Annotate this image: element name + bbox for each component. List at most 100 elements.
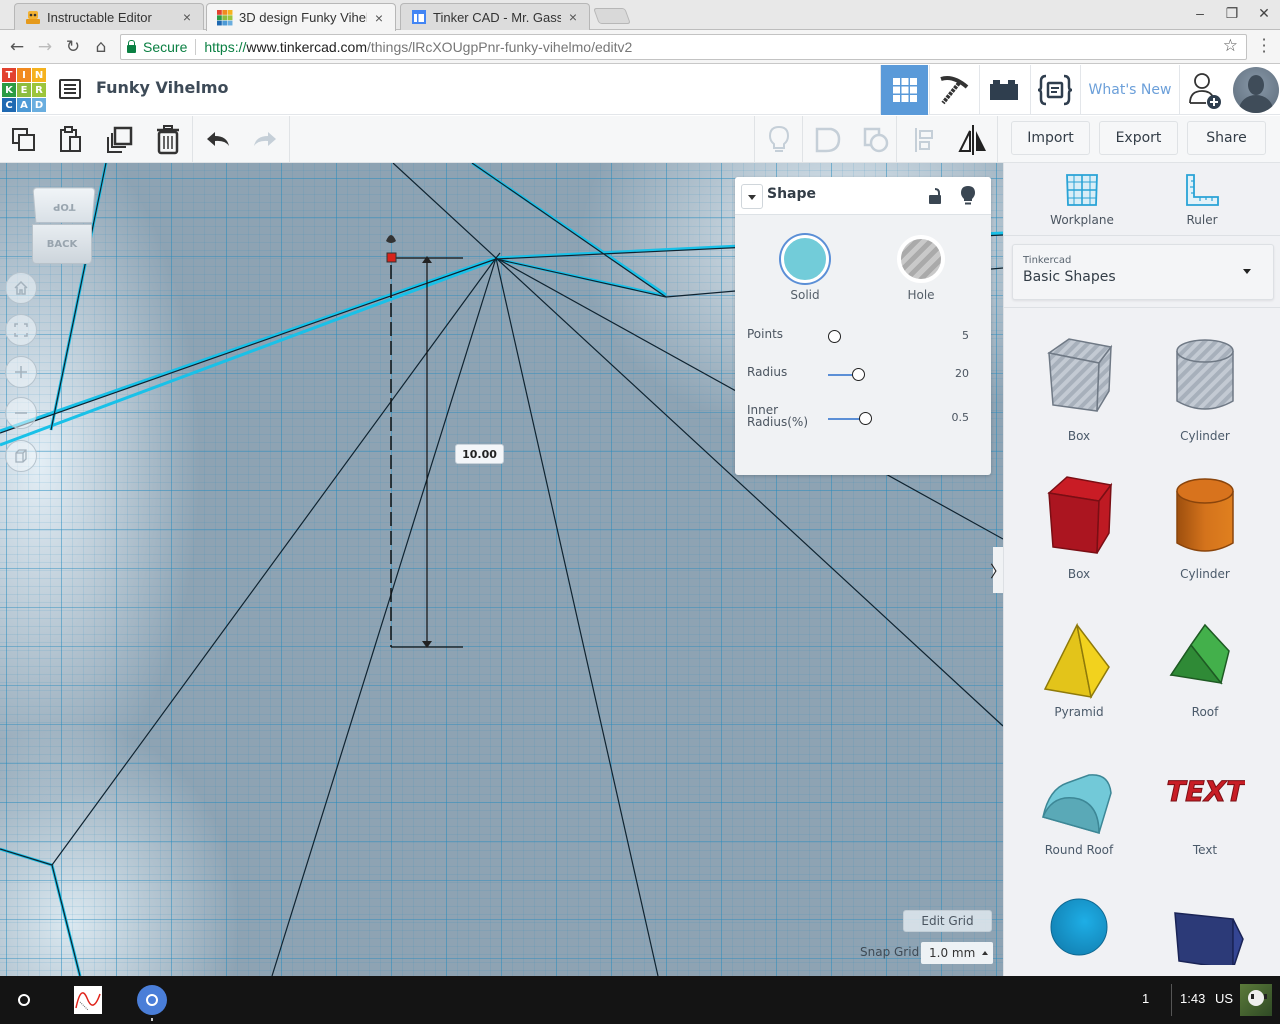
tab-3d-design[interactable]: 3D design Funky Vihelmo × [206,3,396,31]
design-title[interactable]: Funky Vihelmo [96,78,229,97]
undo-button[interactable] [200,122,236,158]
url-scheme: https:// [204,39,247,55]
slider-knob[interactable] [852,368,865,381]
align-icon [915,128,933,152]
points-slider[interactable] [828,330,888,344]
points-label: Points [747,327,784,341]
view-cube[interactable]: TOP BACK [30,187,96,266]
snap-grid-select[interactable]: 1.0 mm [921,942,993,964]
logo-letter: R [32,83,46,97]
export-button[interactable]: Export [1099,121,1178,155]
zoom-in-button[interactable] [5,356,37,388]
new-tab-button[interactable] [593,8,631,24]
address-bar[interactable]: Secure https://www.tinkercad.com/things/… [120,34,1247,60]
codeblocks-view-button[interactable] [1030,65,1078,115]
shape-text[interactable]: TEXT Text [1150,747,1260,857]
3d-design-view-button[interactable] [880,65,928,115]
minimize-icon[interactable]: – [1190,5,1210,21]
share-button[interactable]: Share [1187,121,1266,155]
graphing-app-icon[interactable] [74,986,102,1014]
forward-icon[interactable]: → [34,36,56,58]
shape-box[interactable]: Box [1024,471,1134,581]
home-view-button[interactable] [5,272,37,304]
tab-tinker-cad-mr-gasser[interactable]: Tinker CAD - Mr. Gasser × [400,3,590,30]
user-avatar[interactable] [1233,67,1279,113]
shape-cylinder[interactable]: Cylinder [1150,471,1260,581]
radius-slider[interactable] [828,368,888,382]
perspective-toggle-button[interactable] [5,440,37,472]
zoom-out-button[interactable] [5,397,37,429]
tab-close-icon[interactable]: × [179,9,195,25]
whats-new-link[interactable]: What's New [1080,65,1180,115]
notes-button[interactable] [761,122,797,158]
edit-grid-button[interactable]: Edit Grid [903,910,992,932]
back-icon[interactable]: ← [6,36,28,58]
close-window-icon[interactable]: ✕ [1254,5,1274,22]
duplicate-button[interactable] [102,122,138,158]
ruler-tool[interactable]: Ruler [1152,173,1252,227]
reload-icon[interactable]: ↻ [62,36,84,58]
logo-letter: A [17,98,31,112]
minecraft-view-button[interactable] [929,65,977,115]
shape-library-select[interactable]: Tinkercad Basic Shapes [1012,244,1274,300]
ungroup-button[interactable] [858,122,894,158]
mirror-button[interactable] [955,122,991,158]
slider-knob[interactable] [828,330,841,343]
resize-handle [386,252,397,263]
height-dimension-input[interactable]: 10.00 [455,444,504,464]
shape-cylinder-hole[interactable]: Cylinder [1150,333,1260,443]
fit-view-button[interactable] [5,314,37,346]
points-value[interactable]: 5 [962,329,969,342]
bricks-view-button[interactable] [979,65,1027,115]
visibility-bulb-icon[interactable] [960,185,976,207]
home-icon[interactable]: ⌂ [90,36,112,58]
shape-box-hole[interactable]: Box [1024,333,1134,443]
library-name: Basic Shapes [1023,269,1116,285]
tab-instructable-editor[interactable]: Instructable Editor × [14,3,204,30]
user-account-avatar[interactable] [1240,984,1272,1016]
collapse-sidebar-button[interactable]: 〉 [990,547,1003,593]
unlock-icon[interactable] [928,187,942,205]
copy-button[interactable] [6,122,42,158]
solid-mode-button[interactable]: Solid [770,235,840,302]
clock[interactable]: 1:43 [1180,991,1205,1006]
inner-radius-slider[interactable] [828,412,888,426]
shape-pyramid[interactable]: Pyramid [1024,609,1134,719]
shape-round-roof[interactable]: Round Roof [1024,747,1134,857]
radius-value[interactable]: 20 [955,367,969,380]
inspector-collapse-toggle[interactable] [741,184,763,209]
undo-icon [207,132,229,146]
slider-knob[interactable] [859,412,872,425]
3d-workplane-viewport[interactable]: TOP BACK 10.00 Shape Solid Hole Points 5… [0,163,1003,976]
shape-polygon[interactable] [1150,885,1260,965]
group-button[interactable] [810,122,846,158]
lift-handle-icon [386,235,396,243]
inner-radius-value[interactable]: 0.5 [952,411,970,424]
align-button[interactable] [907,122,943,158]
bookmark-star-icon[interactable]: ☆ [1223,36,1238,56]
hole-mode-button[interactable]: Hole [886,235,956,302]
shape-roof[interactable]: Roof [1150,609,1260,719]
grid-icon [892,78,917,102]
paste-button[interactable] [53,122,89,158]
view-cube-top[interactable]: TOP [32,187,96,223]
shape-sphere[interactable] [1024,885,1134,965]
notification-count[interactable]: 1 [1142,991,1149,1006]
workplane-tool[interactable]: Workplane [1032,173,1132,227]
tab-close-icon[interactable]: × [565,9,581,25]
restore-icon[interactable]: ❐ [1222,5,1242,22]
tinkercad-logo[interactable]: TIN KER CAD [2,68,46,112]
launcher-icon[interactable] [18,994,30,1006]
tab-close-icon[interactable]: × [371,10,387,26]
delete-button[interactable] [150,122,186,158]
chrome-app-icon[interactable] [137,985,167,1015]
design-list-icon[interactable] [59,79,81,99]
view-cube-back[interactable]: BACK [32,224,92,264]
redo-button[interactable] [247,122,283,158]
add-user-button[interactable] [1181,65,1229,115]
browser-menu-icon[interactable]: · · · [1256,32,1272,60]
solid-color-swatch[interactable] [781,235,829,283]
input-method[interactable]: US [1215,991,1233,1006]
import-button[interactable]: Import [1011,121,1090,155]
hole-swatch[interactable] [897,235,945,283]
